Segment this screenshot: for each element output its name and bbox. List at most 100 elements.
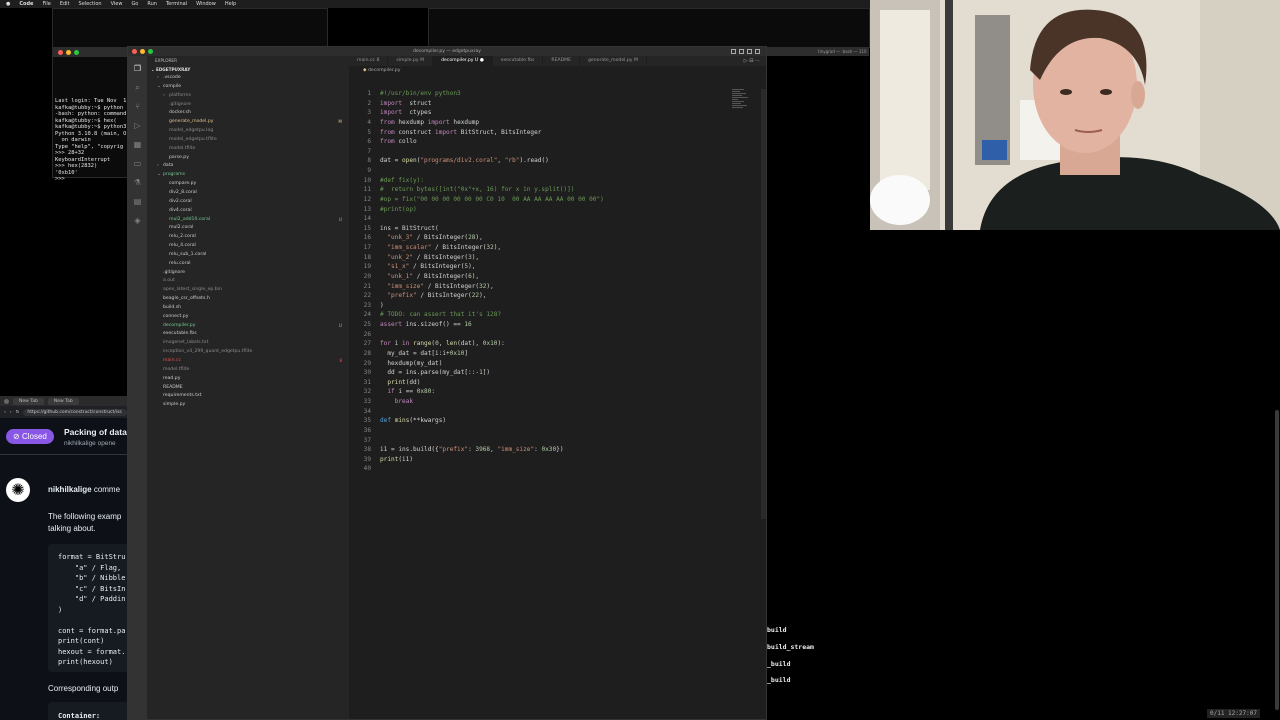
minimap[interactable] [732,89,752,119]
back-icon[interactable]: ‹ [4,410,6,415]
file-tree-item[interactable]: ⌄ programs [147,171,349,180]
editor-tab[interactable]: generate_model.py M [580,56,647,66]
file-tree-item[interactable]: div2_8.coral [147,189,349,198]
more-actions-icon[interactable]: ⋯ [755,58,760,64]
editor-tab[interactable]: simple.py M [388,56,434,66]
vscode-window[interactable]: decompiler.py — edgetpuxray ❐ ⌕ ⑂ ▷ ▦ ▭ … [127,46,767,720]
remote-explorer-icon[interactable]: ▭ [134,159,142,169]
file-tree-item[interactable]: relu_sub_1.coral [147,251,349,260]
terminal-window-tinygrad[interactable]: tinygrad — -bash — 110 unk_3 = 128imm_sc… [428,8,870,120]
file-tree-item[interactable]: model.tflite [147,145,349,154]
menu-go[interactable]: Go [131,1,138,7]
menu-file[interactable]: File [42,1,50,7]
file-tree-item[interactable]: mul2.coral [147,224,349,233]
file-tree-item[interactable]: model_edgetpu.tflite [147,136,349,145]
containers-icon[interactable]: ▤ [134,197,142,207]
run-debug-icon[interactable]: ▷ [134,121,140,131]
file-tree-item[interactable]: parse.py [147,154,349,163]
breadcrumb[interactable]: ◆ decompiler.py [349,66,766,75]
editor-tab[interactable]: README [543,56,581,66]
file-tree-item[interactable]: executable.fbs [147,330,349,339]
file-tree-item[interactable]: ⌄ compile [147,83,349,92]
file-tree-item[interactable]: › platforms [147,92,349,101]
code-token: i1 = ins.build({ [380,446,439,454]
file-tree-item[interactable]: .gitignore [147,269,349,278]
file-tree-item[interactable]: docker.sh [147,109,349,118]
menu-view[interactable]: View [111,1,123,7]
menu-selection[interactable]: Selection [79,1,102,7]
editor-tab[interactable]: decompiler.py U ● [433,56,493,66]
reload-icon[interactable]: ↻ [16,410,20,415]
file-tree-item[interactable]: div4.coral [147,207,349,216]
file-tree-item[interactable]: build.sh [147,304,349,313]
file-tree-item[interactable]: compare.py [147,180,349,189]
browser-tab[interactable]: New Tab [47,397,79,405]
close-icon[interactable] [4,398,9,404]
search-icon[interactable]: ⌕ [135,83,139,93]
file-tree-item[interactable]: model_edgetpu.log [147,127,349,136]
file-tree-item[interactable]: a.out [147,277,349,286]
docker-icon[interactable]: ◈ [134,216,140,226]
apple-icon[interactable]: ● [6,1,10,7]
editor-tab[interactable]: main.cc 8 [349,56,389,66]
toggle-panel-icon[interactable] [739,49,744,54]
menu-terminal[interactable]: Terminal [166,1,187,7]
file-tree-label: relu.coral [169,260,191,266]
code-editor[interactable]: 1 #!/usr/bin/env python3 2 import struct 3 im… [349,89,746,474]
close-icon[interactable] [58,49,63,55]
file-tree-item[interactable]: generate_model.py M [147,118,349,127]
menu-window[interactable]: Window [196,1,216,7]
code-text: my_dat = dat[i:i+0x10] [371,349,468,359]
commenter-name[interactable]: nikhilkalige [48,485,92,494]
toggle-sidebar-icon[interactable] [731,49,736,54]
window-titlebar[interactable]: decompiler.py — edgetpuxray [128,47,766,56]
file-tree-item[interactable]: beagle_csr_offsets.h [147,295,349,304]
code-line: "c" / BitsIn [58,584,126,593]
workspace-root-folder[interactable]: ⌄ EDGETPUXRAY [147,65,349,74]
file-tree-item[interactable]: relu.coral [147,260,349,269]
avatar[interactable]: ✺ [6,478,30,502]
file-tree-item[interactable]: › data [147,162,349,171]
editor-tab[interactable]: executable.fbs [493,56,544,66]
scrollbar[interactable] [761,89,766,519]
file-tree-item[interactable]: relu_2.coral [147,233,349,242]
browser-tab[interactable]: New Tab [13,397,44,405]
file-tree-item[interactable]: README [147,384,349,393]
file-tree-item[interactable]: decompiler.py U [147,322,349,331]
customize-layout-icon[interactable] [755,49,760,54]
source-control-icon[interactable]: ⑂ [135,102,140,112]
file-tree-item[interactable]: imagenet_labels.txt [147,339,349,348]
forward-icon[interactable]: › [10,410,12,415]
file-tree-item[interactable]: inception_v4_299_quant_edgetpu.tflite [147,348,349,357]
file-tree-item[interactable]: main.cc 8 [147,357,349,366]
split-editor-icon[interactable]: ⊟ [749,58,753,64]
menu-code[interactable]: Code [19,1,33,7]
run-icon[interactable]: ▷ [744,58,748,64]
browser-window[interactable]: New Tab New Tab ‹ › ↻ https://github.com… [0,396,127,720]
file-tree-item[interactable]: simple.py [147,401,349,410]
file-tree-item[interactable]: div2.coral [147,198,349,207]
toggle-secondary-sidebar-icon[interactable] [747,49,752,54]
file-tree-item[interactable]: connect.py [147,313,349,322]
menu-edit[interactable]: Edit [60,1,70,7]
menu-help[interactable]: Help [225,1,236,7]
file-tree-item[interactable]: model.tflite [147,366,349,375]
minimize-icon[interactable] [66,49,71,55]
address-bar[interactable]: https://github.com/construct/construct/i… [23,408,127,416]
file-tree-item[interactable]: .gitignore [147,101,349,110]
explorer-icon[interactable]: ❐ [134,64,141,74]
file-tree-item[interactable]: › .vscode [147,74,349,83]
scrollbar[interactable] [1275,410,1279,710]
code-token: dd = ins.parse(my_dat[::- [380,369,480,377]
file-tree-item[interactable]: requirements.txt [147,392,349,401]
file-tree-item[interactable]: apex_latest_single_ep.bin [147,286,349,295]
menu-run[interactable]: Run [147,1,157,7]
file-tree-item[interactable]: mul2_add10.coral U [147,216,349,225]
extensions-icon[interactable]: ▦ [134,140,142,150]
maximize-icon[interactable] [74,49,79,55]
file-tree-item[interactable]: read.py [147,375,349,384]
testing-icon[interactable]: ⚗ [134,178,141,188]
code-text: if i == 0x80: [371,387,435,397]
file-tree-item[interactable]: relu_4.coral [147,242,349,251]
